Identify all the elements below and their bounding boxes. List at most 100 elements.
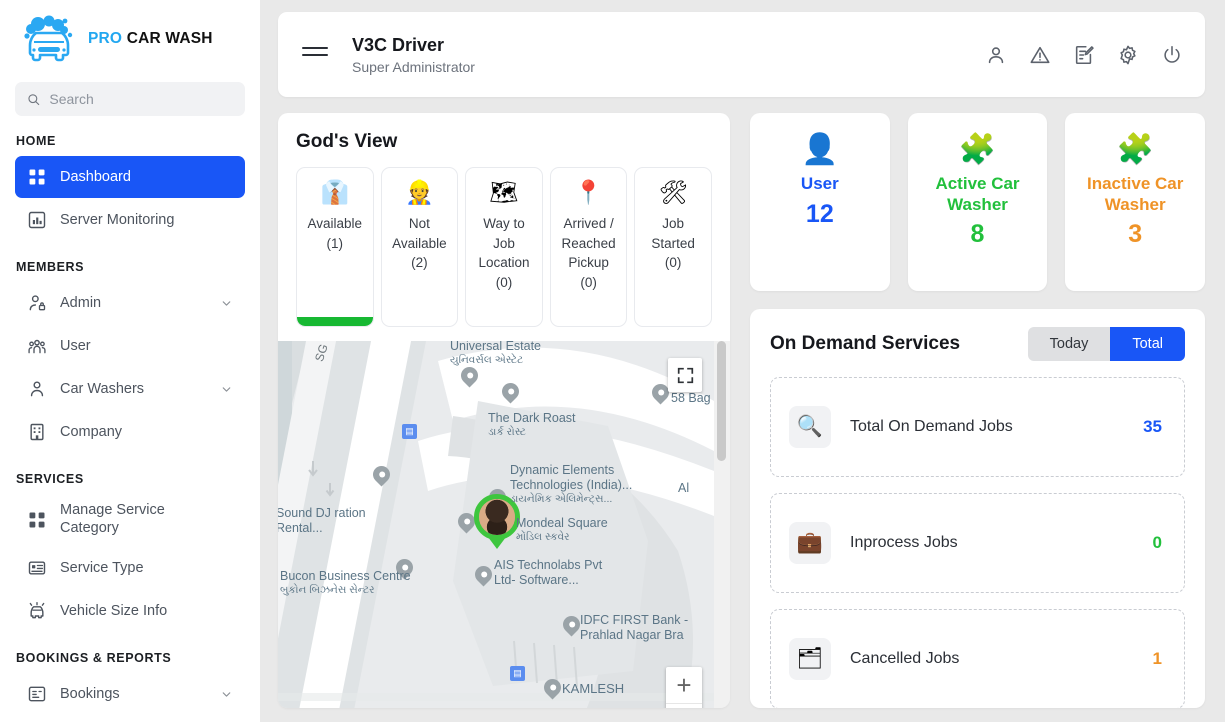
user-emoji: 👤 — [801, 133, 839, 166]
businessman-emoji: 👔 — [320, 179, 350, 205]
driver-avatar-marker[interactable] — [474, 494, 520, 540]
puzzle-hand-emoji: 🧩 — [958, 133, 997, 166]
sidebar-section-title: MEMBERS — [16, 260, 85, 274]
topbar-text-block: V3C Driver Super Administrator — [352, 34, 475, 76]
topbar: V3C Driver Super Administrator — [278, 12, 1205, 97]
map-poi-bank[interactable] — [559, 612, 584, 639]
job-rows: 🔍 Total On Demand Jobs 35 💼 Inprocess Jobs 0 🗂… — [770, 377, 1185, 708]
selected-indicator — [297, 317, 373, 326]
app-logo[interactable]: PRO CAR WASH — [0, 0, 260, 78]
sidebar-item-user[interactable]: User — [15, 325, 245, 367]
puzzle-hand-emoji: 🧩 — [1116, 133, 1154, 166]
sidebar-search[interactable] — [15, 82, 245, 116]
map-poi-pin[interactable] — [457, 363, 482, 390]
map-poi-cafe[interactable] — [498, 379, 523, 406]
sidebar-item-service-type[interactable]: Service Type — [15, 547, 245, 589]
job-label: Inprocess Jobs — [850, 533, 958, 551]
left-column: God's View 👔 Available (1) 👷 Not Available … — [278, 113, 730, 708]
profile-icon[interactable] — [985, 44, 1007, 66]
route-emoji: 🗺 — [489, 179, 519, 205]
stat-label: User — [800, 174, 839, 193]
gods-view-title: God's View — [296, 131, 398, 152]
briefcase-cancel-emoji: 🗂 — [789, 638, 831, 680]
hamburger-icon[interactable] — [302, 42, 328, 68]
sidebar-item-manage-service-category[interactable]: Manage Service Category — [15, 494, 245, 546]
search-input[interactable] — [49, 91, 233, 107]
edit-note-icon[interactable] — [1073, 44, 1095, 66]
map-bus-icon-2[interactable]: ▤ — [510, 666, 525, 681]
toggle-today[interactable]: Today — [1027, 327, 1111, 361]
map-zoom-out-button[interactable] — [666, 703, 702, 708]
stat-card[interactable]: 🧩 Active Car Washer 8 — [907, 113, 1048, 291]
map-canvas[interactable]: SG Hwy Serv ▤ ▤ — [278, 341, 714, 708]
users-icon — [28, 339, 46, 354]
search-icon — [28, 93, 40, 105]
sidebar-item-vehicle-size-info[interactable]: Vehicle Size Info — [15, 590, 245, 632]
page-subtitle: Super Administrator — [352, 59, 475, 76]
job-value: 1 — [1152, 649, 1162, 668]
sidebar-item-dashboard[interactable]: Dashboard — [15, 156, 245, 198]
stat-card[interactable]: 🧩 Inactive Car Washer 3 — [1065, 113, 1206, 291]
job-row[interactable]: 🗂 Cancelled Jobs 1 — [770, 609, 1185, 708]
job-row[interactable]: 🔍 Total On Demand Jobs 35 — [770, 377, 1185, 477]
gear-icon[interactable] — [1117, 44, 1139, 66]
logo-rest-text: CAR WASH — [126, 30, 213, 47]
on-demand-services-panel: On Demand Services Today Total 🔍 Total On… — [750, 309, 1205, 708]
period-toggle[interactable]: Today Total — [1027, 327, 1185, 361]
gods-view-card[interactable]: 🗺 Way to Job Location (0) — [465, 167, 543, 327]
map-pin-emoji: 📍 — [574, 179, 603, 205]
gods-view-card-label: Job Started (0) — [651, 216, 695, 271]
stat-label: Active Car Washer — [935, 174, 1020, 214]
stat-card[interactable]: 👤 User 12 — [750, 113, 890, 291]
map-bus-icon[interactable]: ▤ — [402, 424, 417, 439]
sidebar-item-admin[interactable]: Admin — [15, 282, 245, 324]
map-poi-58[interactable] — [648, 380, 673, 407]
topbar-icons — [985, 44, 1183, 66]
sidebar-item-label: Car Washers — [60, 381, 145, 397]
sidebar-item-label: Company — [60, 424, 123, 440]
stat-label: Inactive Car Washer — [1086, 174, 1184, 214]
map-poi-kamlesh[interactable] — [540, 675, 565, 702]
sidebar-item-label: Dashboard — [60, 169, 131, 185]
right-column: 👤 User 12 🧩 Active Car Washer 8 🧩 Inactive Car … — [750, 113, 1206, 708]
sidebar-section-title: HOME — [16, 134, 56, 148]
gods-view-card[interactable]: 📍 Arrived / Reached Pickup (0) — [549, 167, 628, 327]
main-area: V3C Driver Super Administrator God's Vie… — [260, 0, 1225, 722]
map-zoom-controls[interactable]: + — [666, 667, 702, 708]
grid-icon — [29, 512, 45, 528]
job-value: 35 — [1143, 417, 1162, 436]
map-zoom-in-button[interactable]: + — [666, 667, 702, 703]
sidebar-item-server-monitoring[interactable]: Server Monitoring — [15, 199, 245, 241]
grid-icon — [29, 169, 45, 185]
warning-icon[interactable] — [1029, 44, 1051, 66]
sidebar-section-title: SERVICES — [16, 472, 84, 486]
map-scrollbar[interactable] — [714, 341, 730, 708]
user-lock-icon — [29, 295, 46, 311]
gods-view-card[interactable]: 🛠 Job Started (0) — [634, 167, 712, 327]
map-container[interactable]: SG Hwy Serv ▤ ▤ — [278, 341, 730, 708]
chevron-down-icon — [222, 300, 231, 306]
chart-bar-icon — [28, 211, 46, 229]
gods-view-card-label: Arrived / Reached Pickup (0) — [561, 216, 616, 290]
toggle-total[interactable]: Total — [1110, 327, 1185, 361]
sidebar-item-label: Bookings — [60, 686, 120, 702]
stat-value: 8 — [970, 220, 985, 249]
sidebar-item-label: User — [60, 338, 91, 354]
sidebar: PRO CAR WASH HOME Dashboard Server Monitor… — [0, 0, 260, 722]
map-poi-ais[interactable] — [471, 562, 496, 589]
map-poi-bag[interactable] — [454, 509, 479, 536]
map-poi-restroom[interactable] — [369, 462, 394, 489]
gods-view-card[interactable]: 👔 Available (1) — [296, 167, 374, 327]
gods-view-status-cards: 👔 Available (1) 👷 Not Available (2) 🗺 Way to … — [296, 167, 712, 327]
map-fullscreen-icon[interactable] — [668, 358, 702, 392]
gods-view-card-label: Not Available (2) — [392, 216, 447, 271]
car-icon — [29, 602, 45, 619]
job-row[interactable]: 💼 Inprocess Jobs 0 — [770, 493, 1185, 593]
sidebar-item-car-washers[interactable]: Car Washers — [15, 368, 245, 410]
magnifier-emoji: 🔍 — [789, 406, 831, 448]
power-icon[interactable] — [1161, 44, 1183, 66]
sidebar-item-company[interactable]: Company — [15, 411, 245, 453]
sidebar-item-bookings[interactable]: Bookings — [15, 673, 245, 715]
map-poi-generic[interactable] — [392, 555, 417, 582]
gods-view-card[interactable]: 👷 Not Available (2) — [380, 167, 459, 327]
